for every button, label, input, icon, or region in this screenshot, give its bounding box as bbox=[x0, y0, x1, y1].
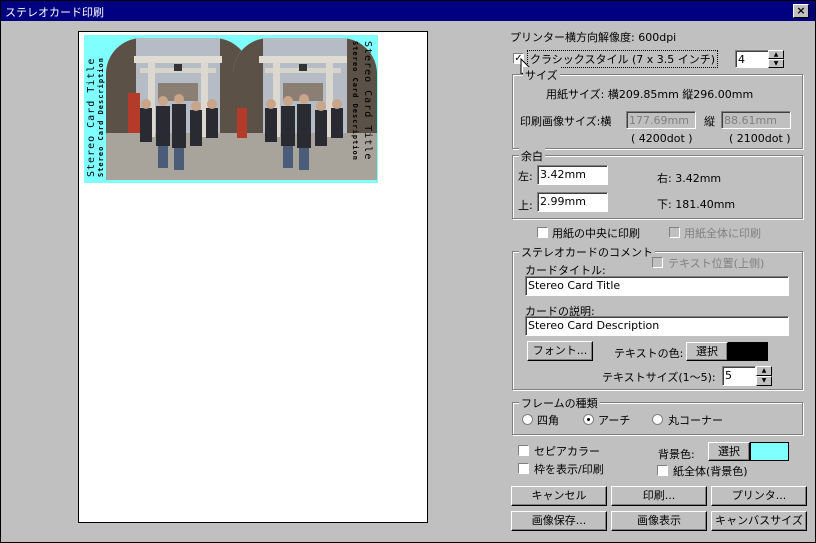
paper-size-value: 横209.85mm 縦296.00mm bbox=[607, 88, 754, 101]
torii-photo-left bbox=[106, 38, 250, 180]
center-print-label[interactable]: 用紙の中央に印刷 bbox=[552, 225, 640, 241]
font-button[interactable]: フォント... bbox=[527, 341, 593, 361]
classic-style-label[interactable]: クラシックスタイル (7 x 3.5 インチ) bbox=[527, 50, 719, 68]
save-image-button[interactable]: 画像保存... bbox=[511, 511, 607, 531]
card-description-vertical-left: Stereo Card Description bbox=[97, 57, 105, 177]
background-color-label: 背景色: bbox=[658, 448, 695, 461]
frame-round-corner-radio[interactable] bbox=[652, 414, 663, 425]
card-description-input[interactable]: Stereo Card Description bbox=[525, 316, 789, 336]
frame-square-radio[interactable] bbox=[522, 414, 533, 425]
print-image-size-label: 印刷画像サイズ:横 bbox=[520, 115, 612, 128]
frame-square-label[interactable]: 四角 bbox=[537, 412, 559, 428]
classic-style-count-spinner[interactable]: ▲ ▼ bbox=[768, 50, 784, 68]
margin-top-input[interactable]: 2.99mm bbox=[537, 192, 608, 212]
image-width-dots: ( 4200dot ) bbox=[631, 132, 693, 145]
frame-arch-radio[interactable] bbox=[583, 414, 594, 425]
card-title-vertical-left: Stereo Card Title bbox=[86, 57, 97, 177]
comment-group-label: ステレオカードのコメント bbox=[519, 244, 655, 260]
close-button[interactable]: × bbox=[793, 4, 809, 18]
cancel-button[interactable]: キャンセル bbox=[511, 486, 607, 506]
text-size-input[interactable]: 5 bbox=[722, 366, 756, 386]
margin-top-label: 上: bbox=[518, 199, 533, 212]
center-print-checkbox[interactable] bbox=[537, 227, 548, 238]
spin-up-icon[interactable]: ▲ bbox=[768, 50, 784, 59]
text-position-checkbox[interactable] bbox=[652, 257, 663, 268]
show-frame-checkbox[interactable] bbox=[518, 463, 529, 474]
margin-right-row: 右: 3.42mm bbox=[657, 170, 721, 186]
sepia-checkbox[interactable] bbox=[518, 445, 529, 456]
sepia-label[interactable]: セピアカラー bbox=[534, 443, 600, 459]
frame-round-corner-label[interactable]: 丸コーナー bbox=[668, 412, 723, 428]
background-select-button[interactable]: 選択 bbox=[708, 442, 750, 461]
margin-bottom-label: 下: bbox=[657, 198, 672, 211]
image-height-input[interactable]: 88.61mm bbox=[721, 111, 791, 129]
text-size-label: テキストサイズ(1〜5): bbox=[602, 371, 716, 384]
print-button[interactable]: 印刷... bbox=[611, 486, 707, 506]
canvas-size-button[interactable]: キャンバスサイズ bbox=[711, 511, 807, 531]
classic-style-count-input[interactable]: 4 bbox=[735, 50, 769, 68]
printer-resolution: プリンター横方向解像度: 600dpi bbox=[510, 29, 676, 45]
spin-up-icon[interactable]: ▲ bbox=[756, 366, 772, 376]
text-size-spinner[interactable]: ▲ ▼ bbox=[756, 366, 772, 386]
full-print-checkbox[interactable] bbox=[669, 227, 680, 238]
whole-paper-checkbox[interactable] bbox=[657, 465, 668, 476]
margin-left-label: 左: bbox=[518, 170, 533, 183]
spin-down-icon[interactable]: ▼ bbox=[768, 59, 784, 68]
margin-right-label: 右: bbox=[657, 172, 672, 185]
text-color-swatch bbox=[728, 342, 768, 361]
image-width-input[interactable]: 177.69mm bbox=[626, 111, 696, 129]
margin-left-input[interactable]: 3.42mm bbox=[537, 165, 608, 185]
margin-group-label: 余白 bbox=[519, 148, 545, 164]
full-print-label[interactable]: 用紙全体に印刷 bbox=[684, 225, 761, 241]
paper-size-label: 用紙サイズ: bbox=[546, 88, 605, 101]
image-height-dots: ( 2100dot ) bbox=[729, 132, 791, 145]
paper-size-row: 用紙サイズ: 横209.85mm 縦296.00mm bbox=[546, 86, 753, 102]
window-title: ステレオカード印刷 bbox=[5, 6, 104, 19]
margin-right-value: 3.42mm bbox=[675, 172, 722, 185]
printer-button[interactable]: プリンタ... bbox=[711, 486, 807, 506]
margin-bottom-row: 下: 181.40mm bbox=[657, 196, 735, 212]
frame-arch-label[interactable]: アーチ bbox=[598, 412, 630, 428]
image-height-label: 縦 bbox=[704, 115, 715, 128]
text-position-label[interactable]: テキスト位置(上側) bbox=[668, 255, 764, 271]
close-icon: × bbox=[796, 4, 806, 17]
text-color-select-button[interactable]: 選択 bbox=[686, 342, 728, 361]
card-title-vertical-right: Stereo Card Title bbox=[362, 41, 373, 161]
card-title-input[interactable]: Stereo Card Title bbox=[525, 276, 789, 296]
show-frame-label[interactable]: 枠を表示/印刷 bbox=[534, 461, 604, 477]
title-bar: ステレオカード印刷 × bbox=[1, 1, 815, 21]
text-color-label: テキストの色: bbox=[614, 347, 684, 360]
whole-paper-label[interactable]: 紙全体(背景色) bbox=[673, 463, 748, 479]
printer-resolution-value: 600dpi bbox=[638, 31, 677, 44]
size-group-label: サイズ bbox=[523, 67, 560, 83]
printer-resolution-label: プリンター横方向解像度: bbox=[510, 31, 635, 44]
frame-type-group-label: フレームの種類 bbox=[519, 395, 600, 411]
show-image-button[interactable]: 画像表示 bbox=[611, 511, 707, 531]
margin-bottom-value: 181.40mm bbox=[675, 198, 736, 211]
spin-down-icon[interactable]: ▼ bbox=[756, 376, 772, 386]
background-color-swatch bbox=[750, 442, 789, 461]
stereo-photo-left bbox=[106, 38, 250, 180]
stereo-card-preview: Stereo Card Title Stereo Card Descriptio… bbox=[84, 35, 378, 183]
card-description-vertical-right: Stereo Card Description bbox=[351, 41, 359, 161]
